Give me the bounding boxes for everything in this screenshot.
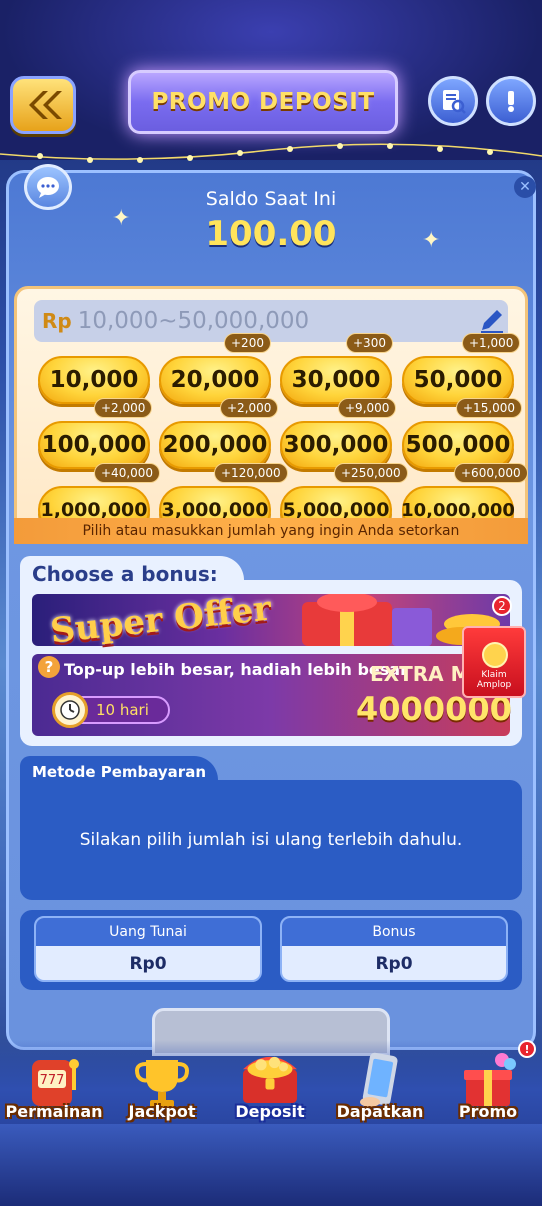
bonus-tag: +600,000: [454, 463, 528, 483]
amount-chip[interactable]: 500,000: [402, 421, 514, 469]
question-icon: ?: [38, 656, 60, 678]
page-title-plate: PROMO DEPOSIT: [128, 70, 398, 134]
bonus-tag: +1,000: [462, 333, 521, 353]
star-icon: ✦: [422, 228, 441, 253]
amount-chip[interactable]: 30,000: [280, 356, 392, 404]
bonus-summary: Bonus Rp0: [280, 916, 508, 982]
amount-chip[interactable]: 200,000: [159, 421, 271, 469]
bonus-tag: +250,000: [334, 463, 408, 483]
amount-chip[interactable]: 100,000: [38, 421, 150, 469]
nav-item-permainan[interactable]: 777 Permainan: [0, 1046, 108, 1136]
nav-label: Dapatkan: [336, 1102, 424, 1121]
amount-placeholder: 10,000~50,000,000: [77, 308, 310, 334]
bonus-tag: +120,000: [214, 463, 288, 483]
topup-text: Top-up lebih besar, hadiah lebih besar: [64, 660, 408, 679]
bonus-tag: +2,000: [220, 398, 279, 418]
currency-label: Rp: [42, 309, 72, 333]
bottom-nav-base: [0, 1124, 542, 1206]
info-button[interactable]: [486, 76, 536, 126]
star-icon: ✦: [112, 206, 131, 231]
document-search-icon: [443, 90, 466, 114]
bonus-tag: +40,000: [94, 463, 161, 483]
balance-label: Saldo Saat Ini: [205, 188, 337, 210]
nav-item-deposit[interactable]: Deposit: [216, 1036, 324, 1126]
amount-chip[interactable]: 50,000: [402, 356, 514, 404]
bonus-tag: +2,000: [94, 398, 153, 418]
decorative-lights: [0, 143, 542, 163]
payment-heading: Metode Pembayaran: [20, 756, 218, 788]
promo-alert-badge: !: [518, 1040, 536, 1058]
bonus-tag: +200: [224, 333, 271, 353]
payment-panel: Silakan pilih jumlah isi ulang terlebih …: [20, 780, 522, 900]
page-title: PROMO DEPOSIT: [151, 89, 375, 115]
nav-label: Promo: [458, 1102, 518, 1121]
nav-item-promo[interactable]: Promo: [434, 1046, 542, 1136]
bonus-tag: +300: [346, 333, 393, 353]
cash-value: Rp0: [129, 954, 167, 974]
timer-text: 10 hari: [96, 701, 149, 719]
nav-item-jackpot[interactable]: Jackpot: [108, 1046, 216, 1136]
bonus-tag: +15,000: [456, 398, 523, 418]
bonus-tag: +9,000: [338, 398, 397, 418]
envelope-label: Klaim Amplop: [476, 670, 512, 690]
nav-item-dapatkan[interactable]: Dapatkan: [326, 1046, 434, 1136]
envelope-count-badge: 2: [492, 596, 512, 616]
exclamation-icon: [508, 91, 514, 112]
cash-summary: Uang Tunai Rp0: [34, 916, 262, 982]
amount-input[interactable]: Rp 10,000~50,000,000: [34, 300, 508, 342]
nav-label: Jackpot: [128, 1102, 196, 1121]
bonus-value: Rp0: [375, 954, 413, 974]
payment-message: Silakan pilih jumlah isi ulang terlebih …: [79, 830, 463, 850]
balance-value: 100.00: [205, 214, 337, 254]
clock-icon: [52, 692, 88, 728]
amount-chip[interactable]: 20,000: [159, 356, 271, 404]
amount-hint: Pilih atau masukkan jumlah yang ingin An…: [14, 518, 528, 544]
history-button[interactable]: [428, 76, 478, 126]
amount-chip[interactable]: 10,000: [38, 356, 150, 404]
bonus-label: Bonus: [282, 918, 506, 946]
double-chevron-left-icon: [29, 91, 62, 119]
nav-label: Permainan: [5, 1102, 103, 1121]
amount-chip[interactable]: 300,000: [280, 421, 392, 469]
cash-label: Uang Tunai: [36, 918, 260, 946]
svg-text:777: 777: [40, 1073, 65, 1088]
pencil-icon[interactable]: [478, 306, 506, 334]
bonus-heading: Choose a bonus:: [20, 556, 244, 592]
nav-label: Deposit: [235, 1102, 305, 1121]
claim-envelope-button[interactable]: Klaim Amplop: [462, 626, 526, 698]
back-button[interactable]: [10, 76, 76, 134]
envelope-seal-icon: [482, 642, 508, 668]
